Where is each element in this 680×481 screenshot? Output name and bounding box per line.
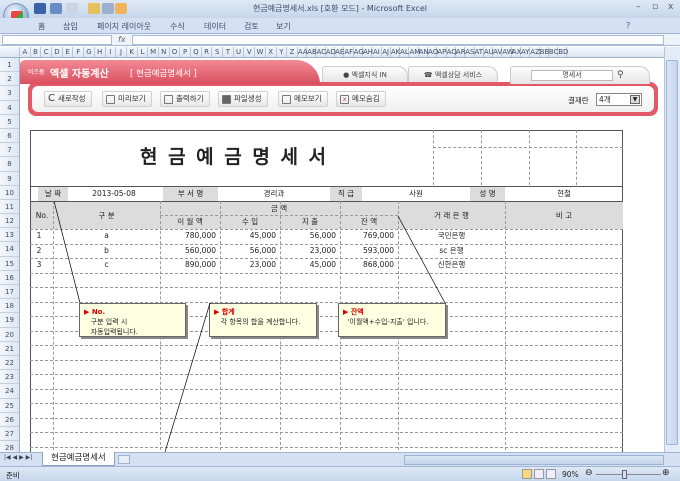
horizontal-scrollbar[interactable] bbox=[404, 455, 664, 465]
status-bar: 준비 90% ⊖ ⊕ bbox=[0, 466, 680, 481]
zoom-level: 90% bbox=[562, 470, 579, 479]
zoom-in-icon[interactable]: ⊕ bbox=[662, 468, 670, 478]
sheet-tab[interactable]: 현금예금명세서 bbox=[42, 452, 115, 466]
note-arrows bbox=[53, 200, 446, 453]
tab-nav-icons[interactable]: |◀ ◀ ▶ ▶| bbox=[4, 454, 32, 461]
insert-sheet-icon[interactable] bbox=[118, 455, 130, 464]
zoom-out-icon[interactable]: ⊖ bbox=[585, 468, 593, 478]
page-layout-view-icon[interactable] bbox=[534, 469, 544, 479]
zoom-slider[interactable] bbox=[596, 474, 661, 475]
normal-view-icon[interactable] bbox=[522, 469, 532, 479]
zoom-slider-handle[interactable] bbox=[622, 470, 627, 479]
page-break-view-icon[interactable] bbox=[546, 469, 556, 479]
status-ready: 준비 bbox=[6, 471, 20, 480]
